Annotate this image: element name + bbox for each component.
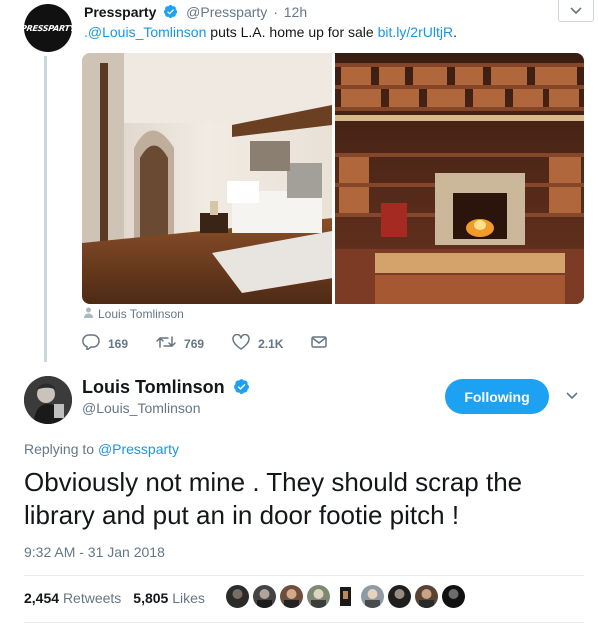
liker-avatar[interactable] xyxy=(361,585,384,608)
parent-tweet-end: . xyxy=(453,24,457,40)
photo-grid xyxy=(82,53,584,304)
retweets-stat[interactable]: 2,454 Retweets xyxy=(24,590,121,606)
verified-badge-icon xyxy=(233,378,250,400)
retweets-label: Retweets xyxy=(62,590,122,606)
author-name[interactable]: Louis Tomlinson xyxy=(82,377,225,397)
direct-message-button[interactable] xyxy=(311,335,328,352)
reply-button[interactable]: 169 xyxy=(82,334,128,353)
parent-tweet-actions: 169 769 2.1K xyxy=(82,333,355,353)
retweet-button[interactable]: 769 xyxy=(156,335,204,352)
tweet-timestamp[interactable]: 9:32 AM - 31 Jan 2018 xyxy=(24,544,165,560)
parent-tweet-text: .@Louis_Tomlinson puts L.A. home up for … xyxy=(84,24,457,40)
person-icon xyxy=(84,307,93,321)
bedroom-photo[interactable] xyxy=(82,53,333,304)
replying-to-link[interactable]: @Pressparty xyxy=(98,441,179,457)
chevron-down-icon[interactable] xyxy=(566,387,578,405)
following-button[interactable]: Following xyxy=(445,379,549,414)
liker-avatar[interactable] xyxy=(334,585,357,608)
author-handle[interactable]: @Louis_Tomlinson xyxy=(82,400,201,416)
reply-icon xyxy=(82,334,100,353)
liker-avatar[interactable] xyxy=(253,585,276,608)
direct-message-icon xyxy=(311,335,328,352)
verified-badge-icon xyxy=(163,4,178,22)
like-button[interactable]: 2.1K xyxy=(232,333,284,353)
parent-tweet-header: Pressparty @Pressparty · 12h xyxy=(84,4,307,22)
parent-tweet-time[interactable]: 12h xyxy=(284,4,307,20)
liker-avatar[interactable] xyxy=(442,585,465,608)
likes-stat[interactable]: 5,805 Likes xyxy=(133,590,205,606)
chevron-down-icon xyxy=(570,2,582,20)
liker-avatar[interactable] xyxy=(226,585,249,608)
tagged-user-name: Louis Tomlinson xyxy=(98,307,184,321)
pressparty-avatar[interactable]: PRESSPARTY xyxy=(24,4,72,52)
likes-label: Likes xyxy=(172,590,205,606)
short-url-link[interactable]: bit.ly/2rUltjR xyxy=(378,24,453,40)
divider xyxy=(24,575,584,576)
retweet-icon xyxy=(156,335,176,352)
liker-avatars xyxy=(226,585,465,608)
retweet-count: 769 xyxy=(184,336,205,351)
heart-icon xyxy=(232,333,250,353)
replying-to: Replying to @Pressparty xyxy=(24,441,179,457)
thread-line xyxy=(44,56,47,362)
louis-tomlinson-avatar[interactable] xyxy=(24,376,72,424)
replying-to-label: Replying to xyxy=(24,441,98,457)
parent-author-name[interactable]: Pressparty xyxy=(84,4,156,20)
library-photo[interactable] xyxy=(335,53,584,304)
tweet-stats: 2,454 Retweets 5,805 Likes xyxy=(24,590,205,606)
liker-avatar[interactable] xyxy=(307,585,330,608)
divider xyxy=(24,622,584,623)
dot-separator: · xyxy=(273,4,278,20)
main-tweet-author[interactable]: Louis Tomlinson xyxy=(82,377,250,400)
parent-tweet[interactable]: PRESSPARTY Pressparty @Pressparty · 12h … xyxy=(0,0,598,365)
reply-count: 169 xyxy=(108,336,129,351)
retweets-count: 2,454 xyxy=(24,590,60,606)
avatar-logo-text: PRESSPARTY xyxy=(24,23,72,33)
main-tweet-text: Obviously not mine . They should scrap t… xyxy=(24,467,523,530)
mention-link[interactable]: .@Louis_Tomlinson xyxy=(84,24,206,40)
parent-tweet-menu-button[interactable] xyxy=(558,0,594,22)
likes-count: 5,805 xyxy=(133,590,169,606)
like-count: 2.1K xyxy=(258,336,284,351)
liker-avatar[interactable] xyxy=(388,585,411,608)
liker-avatar[interactable] xyxy=(280,585,303,608)
parent-author-handle[interactable]: @Pressparty xyxy=(186,4,267,20)
tagged-user[interactable]: Louis Tomlinson xyxy=(84,307,184,321)
liker-avatar[interactable] xyxy=(415,585,438,608)
parent-tweet-body: puts L.A. home up for sale xyxy=(206,24,378,40)
